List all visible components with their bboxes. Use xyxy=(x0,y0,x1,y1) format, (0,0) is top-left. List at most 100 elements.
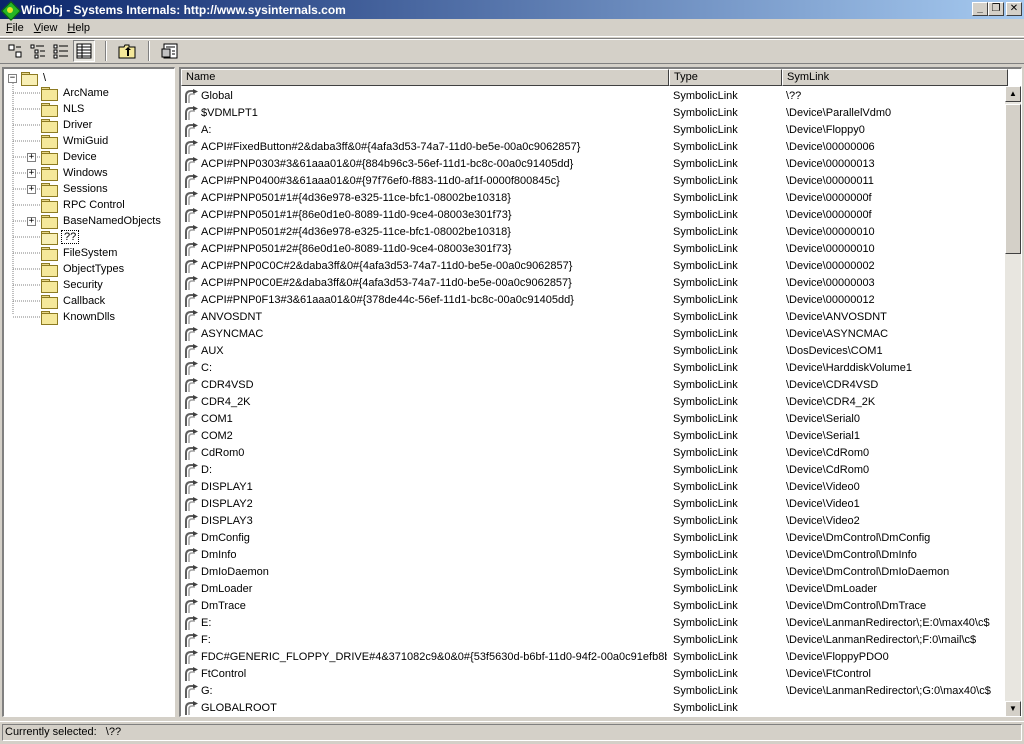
cell-type: SymbolicLink xyxy=(673,311,738,323)
cell-symlink: \Device\FtControl xyxy=(786,668,871,680)
table-row[interactable]: A: SymbolicLink \Device\Floppy0 xyxy=(181,122,1007,139)
expand-icon[interactable]: + xyxy=(27,185,36,194)
close-button[interactable]: ✕ xyxy=(1006,2,1022,16)
table-row[interactable]: ACPI#PNP0303#3&61aaa01&0#{884b96c3-56ef-… xyxy=(181,156,1007,173)
table-row[interactable]: Global SymbolicLink \?? xyxy=(181,88,1007,105)
table-row[interactable]: ACPI#PNP0501#2#{4d36e978-e325-11ce-bfc1-… xyxy=(181,224,1007,241)
table-row[interactable]: ACPI#FixedButton#2&daba3ff&0#{4afa3d53-7… xyxy=(181,139,1007,156)
expand-icon[interactable]: + xyxy=(27,217,36,226)
status-bar: Currently selected: \?? xyxy=(0,721,1024,742)
large-icons-button[interactable] xyxy=(4,40,26,62)
tree-item-callback[interactable]: Callback xyxy=(41,293,107,309)
tree-item-security[interactable]: Security xyxy=(41,277,105,293)
table-row[interactable]: GLOBALROOT SymbolicLink xyxy=(181,700,1007,716)
object-tree[interactable]: − \ ArcName NLS Driver WmiGuid + Device … xyxy=(2,67,175,717)
table-row[interactable]: AUX SymbolicLink \DosDevices\COM1 xyxy=(181,343,1007,360)
cell-name: F: xyxy=(201,634,211,646)
cell-symlink: \Device\LanmanRedirector\;E:0\max40\c$ xyxy=(786,617,990,629)
tree-item-device[interactable]: Device xyxy=(41,149,99,165)
symbolic-link-icon xyxy=(184,581,200,597)
cell-type: SymbolicLink xyxy=(673,515,738,527)
cell-name: DISPLAY1 xyxy=(201,481,253,493)
tree-item-filesystem[interactable]: FileSystem xyxy=(41,245,119,261)
small-icons-button[interactable] xyxy=(27,40,49,62)
table-row[interactable]: CdRom0 SymbolicLink \Device\CdRom0 xyxy=(181,445,1007,462)
cell-symlink: \Device\00000003 xyxy=(786,277,875,289)
list-view-button[interactable] xyxy=(50,40,72,62)
scroll-thumb[interactable] xyxy=(1005,104,1021,254)
table-row[interactable]: DmInfo SymbolicLink \Device\DmControl\DmIn… xyxy=(181,547,1007,564)
maximize-button[interactable]: ❐ xyxy=(988,2,1004,16)
column-header-symlink[interactable]: SymLink xyxy=(782,69,1008,86)
cell-name: ANVOSDNT xyxy=(201,311,263,323)
table-row[interactable]: DmTrace SymbolicLink \Device\DmControl\DmT… xyxy=(181,598,1007,615)
table-row[interactable]: CDR4VSD SymbolicLink \Device\CDR4VSD xyxy=(181,377,1007,394)
table-row[interactable]: FDC#GENERIC_FLOPPY_DRIVE#4&371082c9&0&0#… xyxy=(181,649,1007,666)
table-row[interactable]: ACPI#PNP0501#1#{4d36e978-e325-11ce-bfc1-… xyxy=(181,190,1007,207)
table-row[interactable]: COM1 SymbolicLink \Device\Serial0 xyxy=(181,411,1007,428)
tree-item-driver[interactable]: Driver xyxy=(41,117,94,133)
tree-item-rpc-control[interactable]: RPC Control xyxy=(41,197,127,213)
menu-file[interactable]: File xyxy=(2,22,30,34)
cell-symlink: \Device\DmControl\DmIoDaemon xyxy=(786,566,950,578)
table-row[interactable]: E: SymbolicLink \Device\LanmanRedirector\;… xyxy=(181,615,1007,632)
details-view-icon xyxy=(76,43,92,59)
tree-item-knowndlls[interactable]: KnownDlls xyxy=(41,309,117,325)
cell-name: ACPI#PNP0400#3&61aaa01&0#{97f76ef0-f883-… xyxy=(201,175,560,187)
table-row[interactable]: ACPI#PNP0C0E#2&daba3ff&0#{4afa3d53-74a7-… xyxy=(181,275,1007,292)
object-list[interactable]: Name Type SymLink Global SymbolicLink \?? $… xyxy=(179,67,1022,717)
table-row[interactable]: ACPI#PNP0400#3&61aaa01&0#{97f76ef0-f883-… xyxy=(181,173,1007,190)
up-folder-button[interactable] xyxy=(116,40,138,62)
table-row[interactable]: F: SymbolicLink \Device\LanmanRedirector\;… xyxy=(181,632,1007,649)
tree-item-wmiguid[interactable]: WmiGuid xyxy=(41,133,110,149)
folder-icon xyxy=(41,214,58,229)
minimize-button[interactable]: _ xyxy=(972,2,988,16)
table-row[interactable]: DmLoader SymbolicLink \Device\DmLoader xyxy=(181,581,1007,598)
tree-item-windows[interactable]: Windows xyxy=(41,165,110,181)
column-header-name[interactable]: Name xyxy=(181,69,669,86)
table-row[interactable]: DmConfig SymbolicLink \Device\DmControl\Dm… xyxy=(181,530,1007,547)
tree-item-objecttypes[interactable]: ObjectTypes xyxy=(41,261,126,277)
table-row[interactable]: ASYNCMAC SymbolicLink \Device\ASYNCMAC xyxy=(181,326,1007,343)
table-row[interactable]: G: SymbolicLink \Device\LanmanRedirector\;… xyxy=(181,683,1007,700)
symbolic-link-icon xyxy=(184,649,200,665)
menu-help[interactable]: Help xyxy=(63,22,96,34)
tree-item-nls[interactable]: NLS xyxy=(41,101,86,117)
column-header-type[interactable]: Type xyxy=(669,69,782,86)
cell-type: SymbolicLink xyxy=(673,481,738,493)
table-row[interactable]: CDR4_2K SymbolicLink \Device\CDR4_2K xyxy=(181,394,1007,411)
table-row[interactable]: D: SymbolicLink \Device\CdRom0 xyxy=(181,462,1007,479)
scroll-up-button[interactable]: ▲ xyxy=(1005,86,1021,102)
table-row[interactable]: FtControl SymbolicLink \Device\FtControl xyxy=(181,666,1007,683)
table-row[interactable]: ACPI#PNP0C0C#2&daba3ff&0#{4afa3d53-74a7-… xyxy=(181,258,1007,275)
expand-icon[interactable]: + xyxy=(27,169,36,178)
table-row[interactable]: $VDMLPT1 SymbolicLink \Device\ParallelVdm0 xyxy=(181,105,1007,122)
table-row[interactable]: DmIoDaemon SymbolicLink \Device\DmControl\… xyxy=(181,564,1007,581)
table-row[interactable]: ACPI#PNP0F13#3&61aaa01&0#{378de44c-56ef-… xyxy=(181,292,1007,309)
vertical-scrollbar[interactable]: ▲ ▼ xyxy=(1005,86,1021,716)
table-row[interactable]: ACPI#PNP0501#2#{86e0d1e0-8089-11d0-9ce4-… xyxy=(181,241,1007,258)
menu-view[interactable]: View xyxy=(30,22,64,34)
scroll-down-button[interactable]: ▼ xyxy=(1005,701,1021,716)
table-row[interactable]: COM2 SymbolicLink \Device\Serial1 xyxy=(181,428,1007,445)
tree-item-arcname[interactable]: ArcName xyxy=(41,85,111,101)
folder-icon xyxy=(41,246,58,261)
table-row[interactable]: DISPLAY1 SymbolicLink \Device\Video0 xyxy=(181,479,1007,496)
cell-type: SymbolicLink xyxy=(673,260,738,272)
tree-item-basenamedobjects[interactable]: BaseNamedObjects xyxy=(41,213,163,229)
expand-icon[interactable]: + xyxy=(27,153,36,162)
details-view-button[interactable] xyxy=(73,40,95,62)
cell-name: CDR4VSD xyxy=(201,379,254,391)
table-row[interactable]: C: SymbolicLink \Device\HarddiskVolume1 xyxy=(181,360,1007,377)
tree-item-dosdevices[interactable]: ?? xyxy=(41,229,80,245)
properties-button[interactable] xyxy=(159,40,181,62)
cell-name: ACPI#PNP0F13#3&61aaa01&0#{378de44c-56ef-… xyxy=(201,294,574,306)
table-row[interactable]: ANVOSDNT SymbolicLink \Device\ANVOSDNT xyxy=(181,309,1007,326)
title-bar[interactable]: WinObj - Systems Internals: http://www.s… xyxy=(0,0,1024,19)
cell-type: SymbolicLink xyxy=(673,379,738,391)
tree-item-sessions[interactable]: Sessions xyxy=(41,181,110,197)
winobj-app-icon[interactable] xyxy=(2,2,18,18)
table-row[interactable]: ACPI#PNP0501#1#{86e0d1e0-8089-11d0-9ce4-… xyxy=(181,207,1007,224)
table-row[interactable]: DISPLAY2 SymbolicLink \Device\Video1 xyxy=(181,496,1007,513)
table-row[interactable]: DISPLAY3 SymbolicLink \Device\Video2 xyxy=(181,513,1007,530)
